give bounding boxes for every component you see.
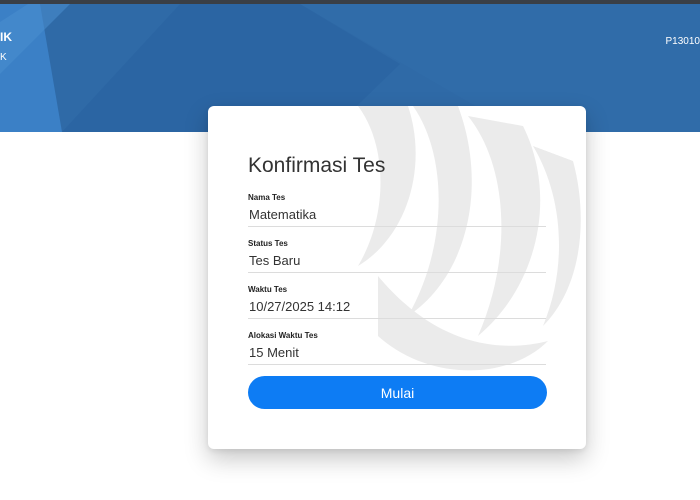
participant-code: P13010: [665, 36, 700, 47]
field-value: 15 Menit: [248, 342, 546, 365]
field-value: Matematika: [248, 204, 546, 227]
field-test-name: Nama Tes Matematika: [248, 192, 546, 227]
field-value: 10/27/2025 14:12: [248, 296, 546, 319]
brand-name: IK: [0, 30, 12, 44]
brand-subtitle: K: [0, 52, 7, 63]
field-label: Nama Tes: [248, 193, 286, 202]
field-test-status: Status Tes Tes Baru: [248, 238, 546, 273]
start-button[interactable]: Mulai: [248, 376, 547, 409]
field-value: Tes Baru: [248, 250, 546, 273]
field-label: Alokasi Waktu Tes: [248, 331, 318, 340]
field-test-time: Waktu Tes 10/27/2025 14:12: [248, 284, 546, 319]
test-confirmation-card: Konfirmasi Tes Nama Tes Matematika Statu…: [208, 106, 586, 449]
field-time-allocation: Alokasi Waktu Tes 15 Menit: [248, 330, 546, 365]
field-label: Waktu Tes: [248, 285, 288, 294]
card-title: Konfirmasi Tes: [248, 154, 386, 177]
field-label: Status Tes: [248, 239, 288, 248]
